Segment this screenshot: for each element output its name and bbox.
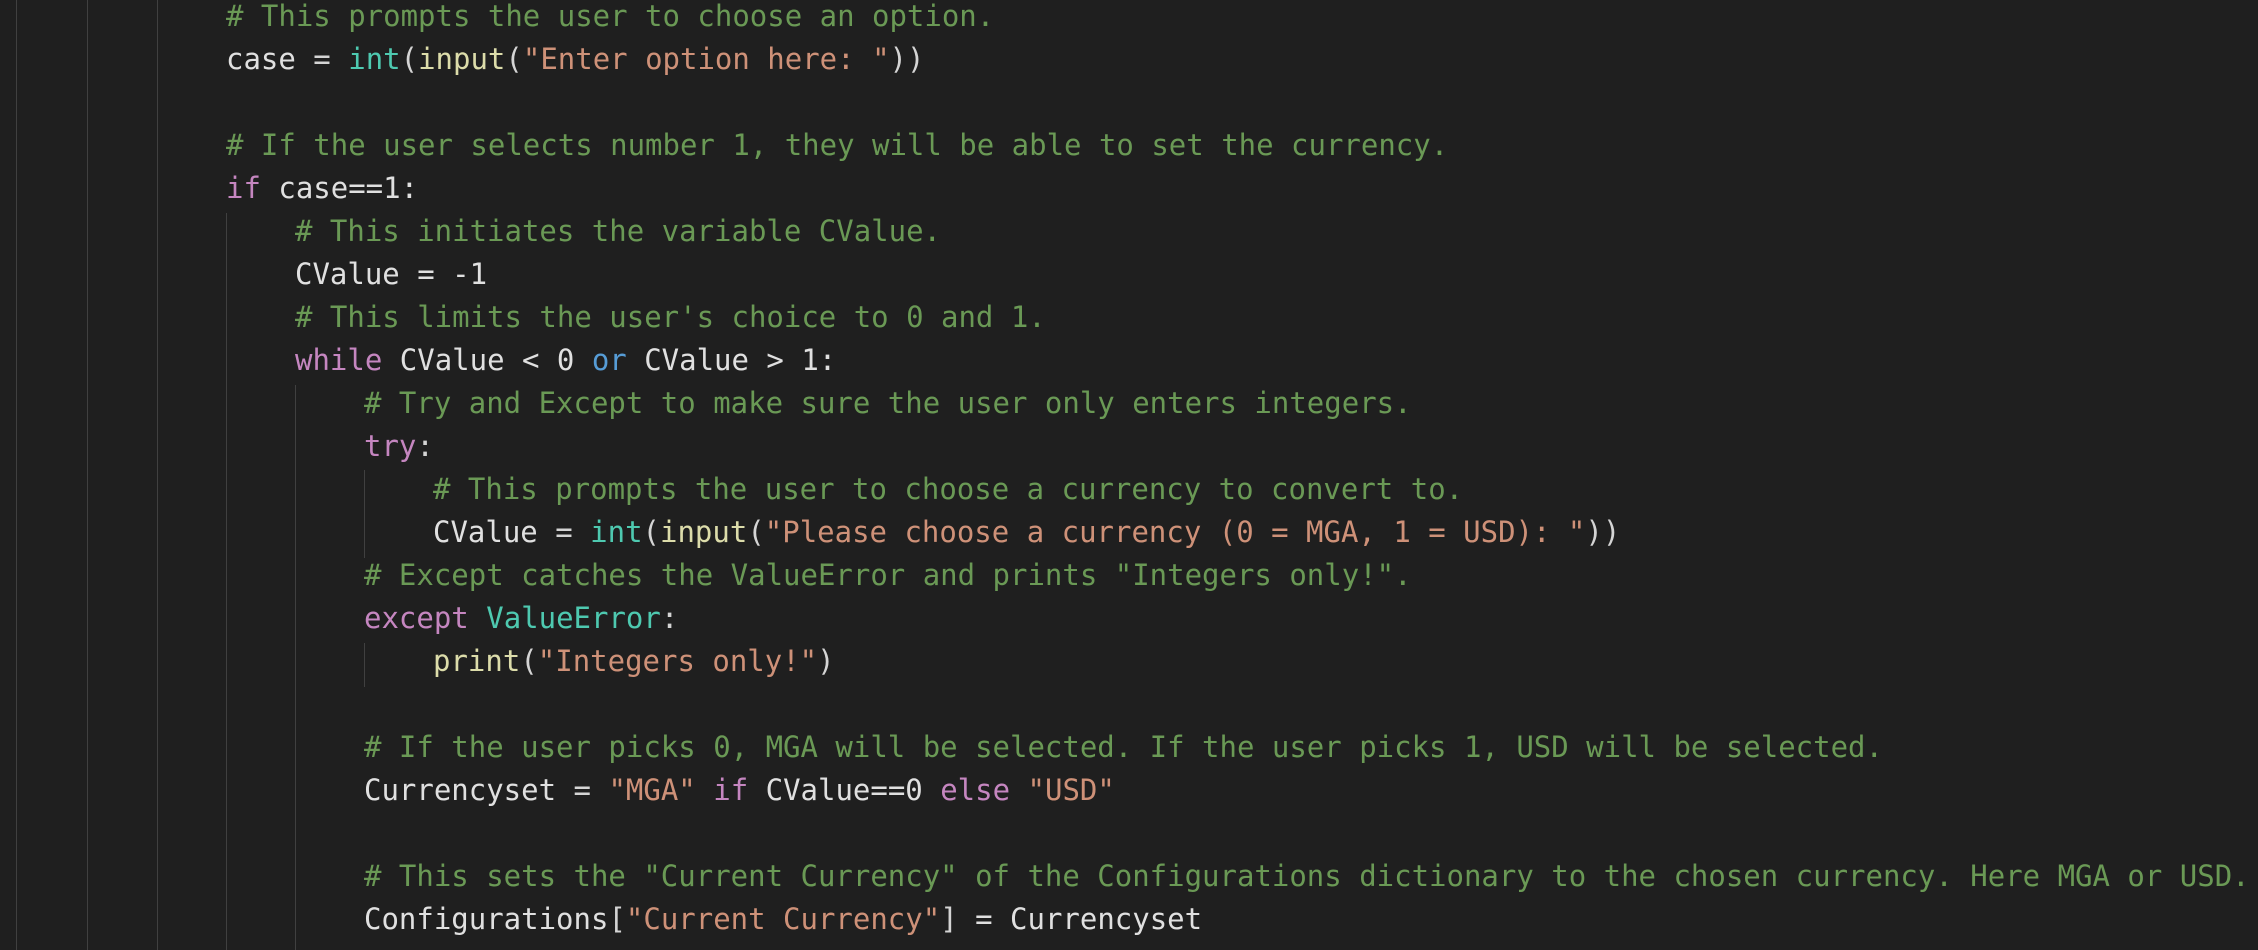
code-line[interactable]: print("Integers only!") (0, 640, 835, 683)
code-line[interactable]: Currencyset = "MGA" if CValue==0 else "U… (0, 769, 1115, 812)
string-literal: "MGA" (608, 773, 696, 807)
punctuation: : (660, 601, 679, 635)
identifier: case (226, 42, 296, 76)
code-line[interactable]: # This limits the user's choice to 0 and… (0, 296, 1046, 339)
comment: # This prompts the user to choose a curr… (433, 472, 1464, 506)
code-line[interactable]: # If the user picks 0, MGA will be selec… (0, 726, 1883, 769)
punctuation: )) (889, 42, 925, 76)
punctuation: ( (747, 515, 765, 549)
builtin-name: int (348, 42, 401, 76)
keyword: else (940, 773, 1011, 807)
code-line[interactable]: CValue = -1 (0, 253, 487, 296)
operator: = (537, 515, 591, 549)
code-line[interactable]: Configurations["Current Currency"] = Cur… (0, 898, 1202, 941)
code-line[interactable]: # If the user selects number 1, they wil… (0, 124, 1448, 167)
operator-keyword: or (591, 343, 627, 377)
string-literal: "USD" (1027, 773, 1115, 807)
comment: # If the user picks 0, MGA will be selec… (364, 730, 1883, 764)
code-line[interactable]: # This prompts the user to choose a curr… (0, 468, 1463, 511)
string-literal: "Please choose a currency (0 = MGA, 1 = … (764, 515, 1586, 549)
code-line[interactable]: # Try and Except to make sure the user o… (0, 382, 1412, 425)
comment: # If the user selects number 1, they wil… (226, 128, 1449, 162)
identifier: Currencyset (364, 773, 557, 807)
string-literal: "Current Currency" (625, 902, 941, 936)
punctuation: )) (1585, 515, 1621, 549)
keyword: if (713, 773, 749, 807)
code-line[interactable]: except ValueError: (0, 597, 678, 640)
identifier: Configurations (364, 902, 609, 936)
code-line[interactable]: case = int(input("Enter option here: ")) (0, 38, 924, 81)
code-line[interactable]: while CValue < 0 or CValue > 1: (0, 339, 836, 382)
code-line[interactable]: CValue = int(input("Please choose a curr… (0, 511, 1620, 554)
punctuation: : (416, 429, 434, 463)
expression: CValue==0 (748, 773, 941, 807)
statement: CValue = -1 (295, 257, 488, 291)
punctuation: ) (817, 644, 835, 678)
function-name: print (433, 644, 521, 678)
keyword: if (226, 171, 261, 205)
operator: = (295, 42, 349, 76)
comment: # This prompts the user to choose an opt… (226, 0, 995, 33)
builtin-name: ValueError (486, 601, 661, 635)
keyword: except (364, 601, 469, 635)
punctuation: [ (608, 902, 626, 936)
keyword: while (295, 343, 383, 377)
expression: CValue < 0 (382, 343, 592, 377)
punctuation: ( (642, 515, 661, 549)
code-line[interactable]: if case==1: (0, 167, 418, 210)
punctuation: ( (400, 42, 419, 76)
comment: # Except catches the ValueError and prin… (364, 558, 1412, 592)
code-line[interactable]: # This sets the "Current Currency" of th… (0, 855, 2250, 898)
identifier: CValue (433, 515, 538, 549)
expression: = Currencyset (957, 902, 1203, 936)
expression: CValue > 1: (626, 343, 837, 377)
code-line[interactable]: # This prompts the user to choose an opt… (0, 0, 994, 38)
code-editor[interactable]: # This prompts the user to choose an opt… (0, 0, 2258, 950)
punctuation: ] (940, 902, 958, 936)
code-line[interactable]: try: (0, 425, 434, 468)
comment: # This sets the "Current Currency" of th… (364, 859, 2250, 893)
comment: # Try and Except to make sure the user o… (364, 386, 1412, 420)
function-name: input (418, 42, 506, 76)
code-line[interactable]: # This initiates the variable CValue. (0, 210, 941, 253)
code-line[interactable]: # Except catches the ValueError and prin… (0, 554, 1412, 597)
builtin-name: int (590, 515, 643, 549)
punctuation: ( (520, 644, 538, 678)
string-literal: "Enter option here: " (522, 42, 890, 76)
comment: # This initiates the variable CValue. (295, 214, 942, 248)
punctuation: ( (505, 42, 523, 76)
function-name: input (660, 515, 748, 549)
keyword: try (364, 429, 417, 463)
string-literal: "Integers only!" (537, 644, 818, 678)
operator: = (556, 773, 609, 807)
expression: case==1: (260, 171, 419, 205)
comment: # This limits the user's choice to 0 and… (295, 300, 1046, 334)
